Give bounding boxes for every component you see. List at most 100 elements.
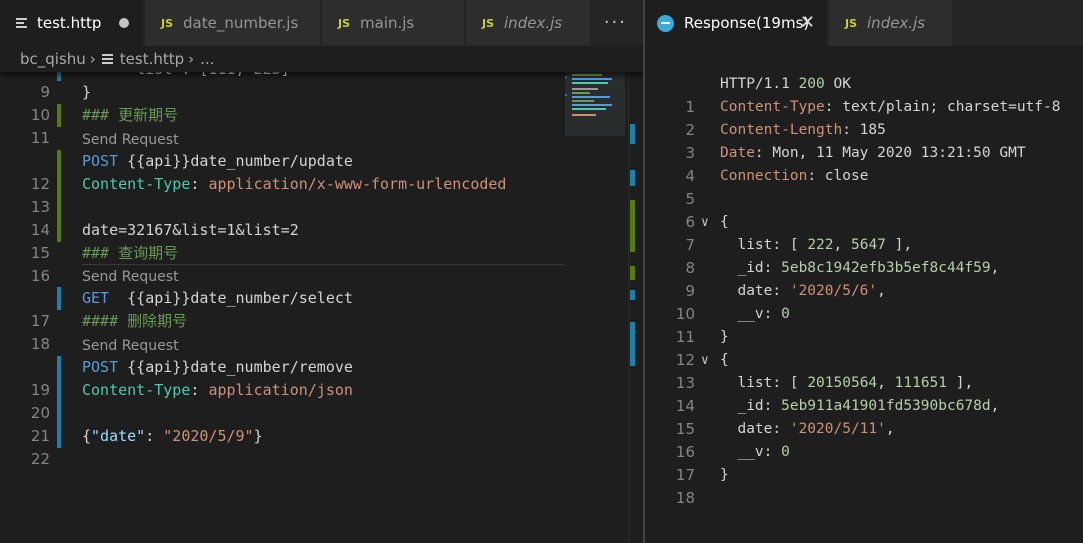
code-token: {{api}}date_number/remove [118,358,353,376]
code-token: , [833,237,851,253]
code-text: date=32167&list=1&list=2 [82,219,299,242]
vertical-scrollbar[interactable] [628,72,642,543]
unsaved-dot-icon[interactable] [119,18,129,28]
code-token: 5eb911a41901fd5390bc678d [781,398,991,414]
fold-chevron-icon[interactable]: ∨ [701,211,709,234]
response-text: __v: 0 [720,441,790,464]
js-icon: JS [338,16,351,30]
response-line: 18 } [645,464,1083,507]
code-token: __v: [720,444,782,460]
response-line: 4 Date: Mon, 11 May 2020 13:21:50 GMT [645,142,1083,185]
breadcrumb-folder[interactable]: bc_qishu [20,50,86,68]
tab-label: Response(19ms) [684,14,810,32]
response-text: _id: 5eb911a41901fd5390bc678d, [720,395,999,418]
code-text: } [82,81,91,104]
send-request-link[interactable]: Send Request [82,129,179,151]
breadcrumb-file[interactable]: test.http [120,50,184,68]
code-token: 0 [781,444,790,460]
response-text: { [720,349,729,372]
minimap-line [572,88,598,90]
response-line: 11 __v: 0 [645,303,1083,346]
code-token: : [190,175,209,193]
response-line: 2 Content-Type: text/plain; charset=utf-… [645,96,1083,139]
code-token: Connection [720,168,808,184]
response-line: 6 [645,188,1083,231]
code-token: __v: [720,306,782,322]
overview-marker [630,170,635,186]
code-token: , [877,375,895,391]
send-request-link[interactable]: Send Request [82,335,179,357]
more-actions-icon[interactable]: ··· [604,12,627,33]
code-token: '2020/5/6' [789,283,878,299]
code-line: 22 {"date": "2020/5/9"} [0,425,564,468]
minimap-line [572,104,612,106]
code-token: { [82,427,92,445]
response-line: 3 Content-Length: 185 [645,119,1083,162]
tab-bar-left: test.http JS date_number.js JS main.js J… [0,0,643,46]
code-line: 16 ### 查询期号 [0,242,564,285]
tab-response[interactable]: Response(19ms) ✕ [645,0,828,46]
code-text: {"date": "2020/5/9"} [82,425,263,448]
file-lines-icon [101,52,113,66]
tab-index-js[interactable]: JS index.js [829,0,953,46]
code-line: 15 date=32167&list=1&list=2 [0,219,564,262]
code-token: { [720,352,729,368]
code-line: 18 #### 删除期号 [0,310,564,353]
code-editor[interactable]: 9 list : [111, 223] 10 } 11 ### 更新期号 Sen… [0,58,564,543]
tab-label: test.http [37,14,102,32]
minimap-line [572,108,606,110]
breadcrumb-symbol[interactable]: ... [200,50,214,68]
code-token: } [82,83,92,101]
tab-label: index.js [504,14,563,32]
response-text: date: '2020/5/11', [720,418,894,441]
send-request-link[interactable]: Send Request [82,266,179,288]
current-line-highlight [82,264,564,265]
code-token: 5eb8c1942efb3b5ef8c44f59 [781,260,991,276]
code-token: , [990,260,1000,276]
modified-marker [57,379,61,402]
response-line: 14 list: [ 20150564, 111651 ], [645,372,1083,415]
close-icon[interactable]: ✕ [800,12,815,33]
code-token: 5647 [850,237,886,253]
minimap[interactable] [564,72,628,543]
code-token: GET [82,289,110,307]
code-token: #### 删除期号 [82,312,188,330]
response-line: 17 __v: 0 [645,441,1083,484]
tab-main-js[interactable]: JS main.js [322,0,465,46]
tab-test-http[interactable]: test.http [0,0,144,46]
code-token: Content-Type [82,175,191,193]
code-token: POST [82,152,119,170]
minimap-line [572,78,612,80]
code-token: : 185 [842,122,886,138]
code-text: Content-Type: application/x-www-form-url… [82,173,506,196]
tab-date-number-js[interactable]: JS date_number.js [145,0,321,46]
code-token: "2020/5/9" [163,427,254,445]
code-token: , [990,398,1000,414]
editor-pane-left: test.http JS date_number.js JS main.js J… [0,0,643,543]
code-line: 14 [0,196,564,239]
tab-label: index.js [867,14,926,32]
code-text: #### 删除期号 [82,310,187,333]
code-token: ], [885,237,913,253]
response-text: } [720,326,729,349]
file-lines-icon [16,16,27,30]
code-token: : text/plain; charset=utf-8 [824,99,1061,115]
response-line: 8 list: [ 222, 5647 ], [645,234,1083,277]
code-text: POST {{api}}date_number/update [82,150,353,173]
response-text: Content-Length: 185 [720,119,886,142]
code-token: 111651 [894,375,948,391]
code-token: OK [824,76,851,92]
response-text: _id: 5eb8c1942efb3b5ef8c44f59, [720,257,999,280]
line-number: 18 [675,489,695,507]
js-icon: JS [845,16,858,30]
fold-chevron-icon[interactable]: ∨ [701,349,709,372]
code-token: 222 [807,237,834,253]
code-token: application/json [208,381,353,399]
overview-marker [630,290,635,300]
response-line: 7 ∨ { [645,211,1083,254]
modified-marker [57,356,61,379]
code-token: } [253,427,263,445]
tab-index-js[interactable]: JS index.js [466,0,591,46]
code-token: {{api}}date_number/update [118,152,353,170]
modified-marker [57,402,61,425]
